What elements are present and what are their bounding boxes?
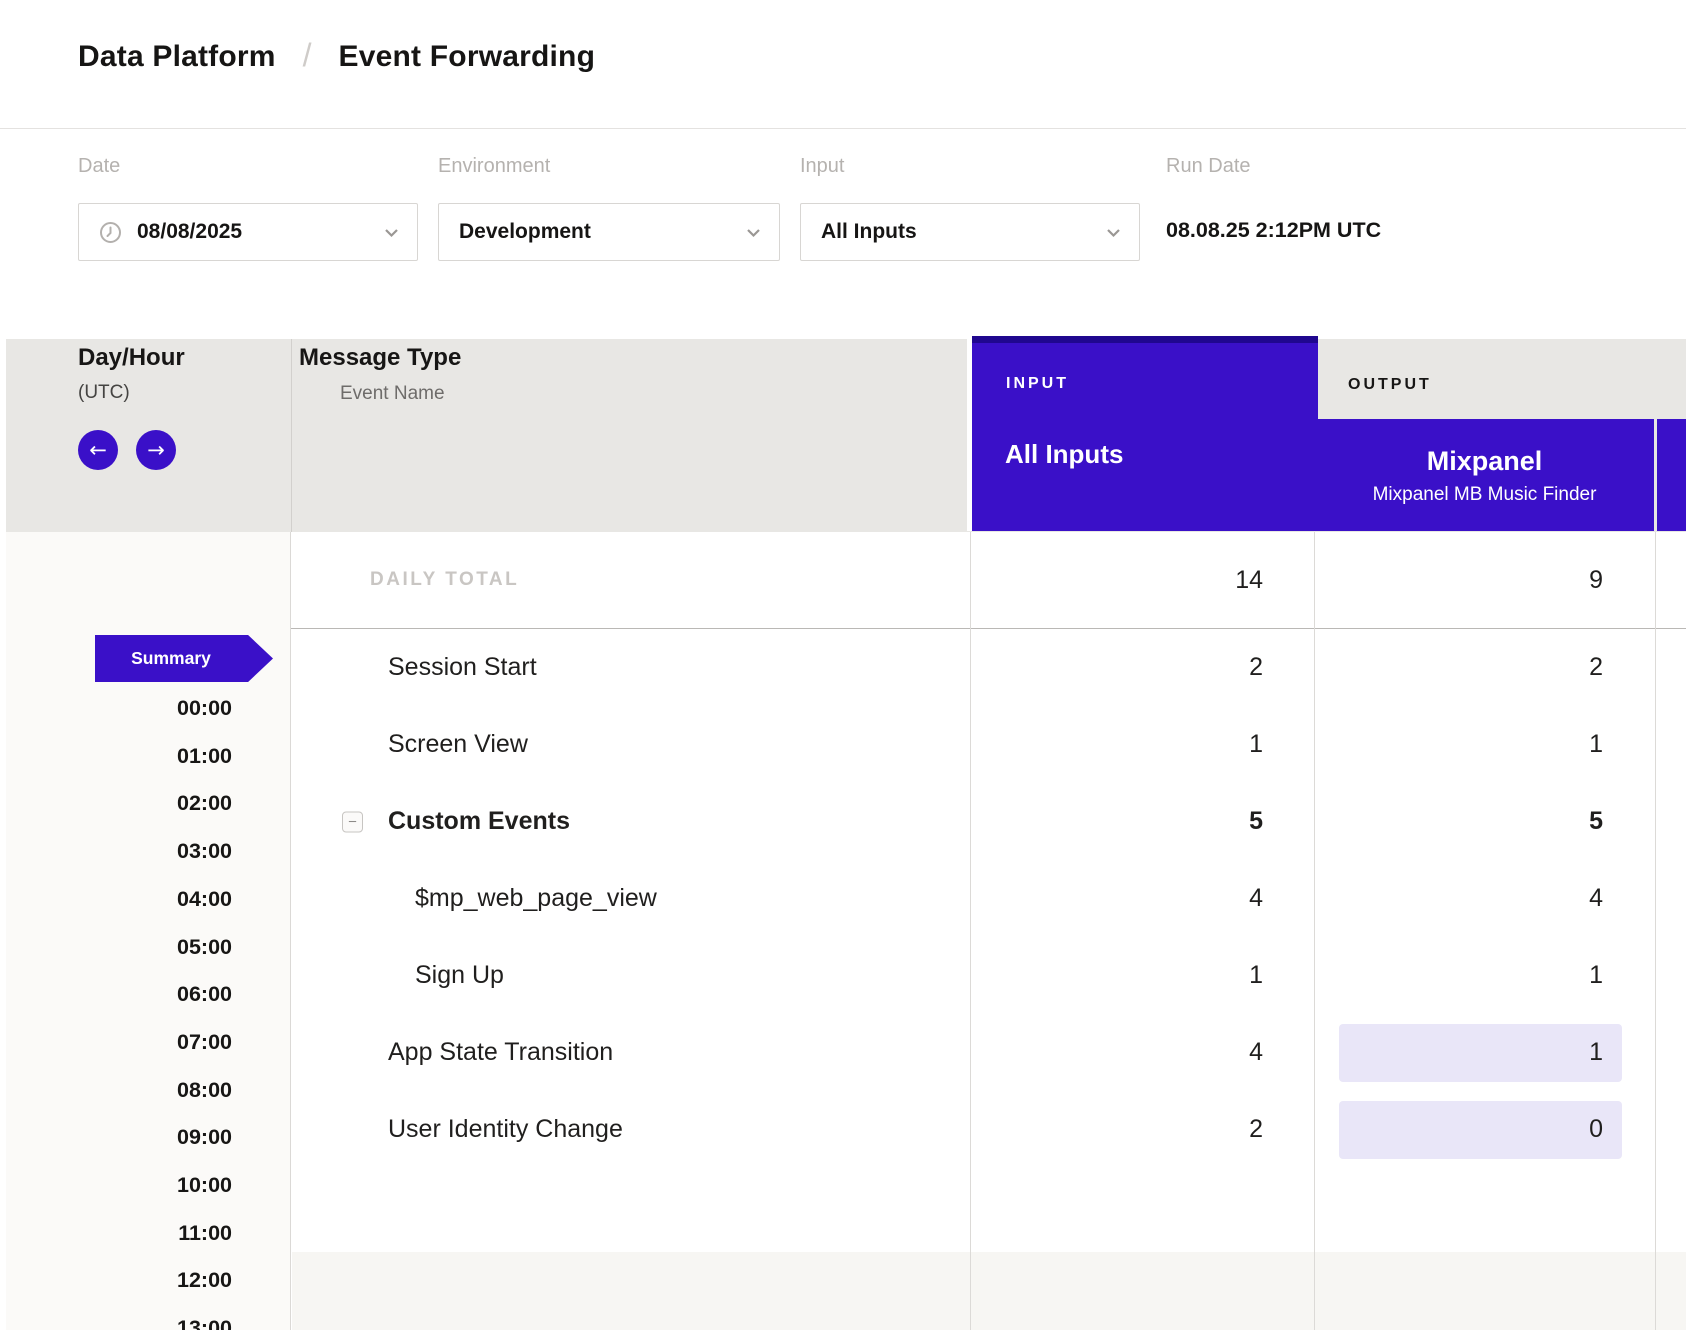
output-column-header: Mixpanel Mixpanel MB Music Finder — [1315, 419, 1654, 531]
prev-day-button[interactable]: ← — [78, 430, 118, 470]
chevron-down-icon — [384, 225, 399, 240]
event-label: Sign Up — [415, 961, 504, 990]
environment-value: Development — [459, 220, 591, 244]
hour-item[interactable]: 11:00 — [178, 1221, 232, 1245]
output-column-subtitle: Mixpanel MB Music Finder — [1373, 484, 1597, 506]
day-hour-timezone: (UTC) — [78, 382, 130, 404]
run-date-label: Run Date — [1166, 155, 1251, 178]
environment-dropdown[interactable]: Development — [438, 203, 780, 261]
daily-total-output-value: 9 — [1314, 532, 1655, 628]
event-label: User Identity Change — [388, 1115, 623, 1144]
output-count: 1 — [1314, 706, 1655, 783]
run-date-value: 08.08.25 2:12PM UTC — [1166, 218, 1381, 243]
message-type-header: Message Type — [299, 344, 461, 372]
table-body: DAILY TOTAL 14 9 Session Start22Screen V… — [291, 532, 1686, 1330]
column-divider — [1655, 532, 1656, 1330]
table-row: Screen View 11 — [291, 706, 1686, 783]
breadcrumb-separator: / — [303, 37, 312, 74]
output-count: 2 — [1314, 629, 1655, 706]
input-count: 1 — [970, 706, 1314, 783]
event-forwarding-page: Data Platform / Event Forwarding Date En… — [0, 0, 1686, 1330]
breadcrumb: Data Platform / Event Forwarding — [78, 38, 595, 75]
output-count: 4 — [1314, 860, 1655, 937]
table-row: Sign Up 11 — [291, 937, 1686, 1014]
event-label: App State Transition — [388, 1038, 613, 1067]
table-row: App State Transition 41 — [291, 1014, 1686, 1091]
date-filter-label: Date — [78, 155, 120, 178]
input-section-label: INPUT — [1006, 375, 1069, 393]
input-count: 2 — [970, 1091, 1314, 1168]
hour-item[interactable]: 10:00 — [177, 1173, 232, 1197]
hour-item[interactable]: 04:00 — [177, 887, 232, 911]
input-count: 5 — [970, 783, 1314, 860]
input-count: 2 — [970, 629, 1314, 706]
daily-total-row: DAILY TOTAL 14 9 — [291, 532, 1686, 628]
highlighted-output-cell: 1 — [1339, 1024, 1622, 1082]
highlighted-output-cell: 0 — [1339, 1101, 1622, 1159]
hour-item[interactable]: 02:00 — [177, 791, 232, 815]
event-label: Screen View — [388, 730, 528, 759]
hour-item[interactable]: 03:00 — [177, 839, 232, 863]
collapse-expander-icon[interactable]: − — [342, 811, 363, 832]
input-dropdown[interactable]: All Inputs — [800, 203, 1140, 261]
input-count: 1 — [970, 937, 1314, 1014]
top-bar: Data Platform / Event Forwarding — [0, 0, 1686, 129]
column-divider — [1314, 532, 1315, 1330]
input-count: 4 — [970, 860, 1314, 937]
event-name-subheader: Event Name — [340, 383, 445, 405]
next-output-column-partial — [1657, 419, 1686, 531]
output-column-name: Mixpanel — [1427, 446, 1543, 477]
input-filter-label: Input — [800, 155, 844, 178]
daily-total-label: DAILY TOTAL — [291, 532, 970, 628]
summary-tab[interactable]: Summary — [95, 635, 273, 682]
chevron-down-icon — [746, 225, 761, 240]
column-divider — [970, 532, 971, 1330]
daily-total-input-value: 14 — [970, 532, 1314, 628]
input-value: All Inputs — [821, 220, 917, 244]
output-count: 0 — [1314, 1091, 1655, 1168]
output-count: 5 — [1314, 783, 1655, 860]
hour-item[interactable]: 06:00 — [177, 982, 232, 1006]
page-title: Event Forwarding — [339, 40, 596, 74]
hour-item[interactable]: 13:00 — [177, 1316, 232, 1330]
hour-item[interactable]: 05:00 — [177, 935, 232, 959]
column-divider — [291, 339, 292, 532]
date-dropdown[interactable]: 08/08/2025 — [78, 203, 418, 261]
output-count: 1 — [1314, 1014, 1655, 1091]
hour-sidebar: Summary 00:00 01:00 02:00 03:00 04:00 05:00 06… — [6, 532, 291, 1330]
hour-item[interactable]: 07:00 — [177, 1030, 232, 1054]
output-count: 1 — [1314, 937, 1655, 1014]
input-column-header: INPUT All Inputs — [967, 336, 1318, 531]
input-column-name: All Inputs — [1005, 439, 1123, 470]
chevron-down-icon — [1106, 225, 1121, 240]
output-section-label: OUTPUT — [1348, 376, 1432, 394]
date-value: 08/08/2025 — [137, 220, 242, 244]
next-day-button[interactable]: → — [136, 430, 176, 470]
table-row: User Identity Change 20 — [291, 1091, 1686, 1168]
environment-filter-label: Environment — [438, 155, 550, 178]
hour-item[interactable]: 01:00 — [177, 744, 232, 768]
hour-item[interactable]: 09:00 — [177, 1125, 232, 1149]
table-footer-area — [292, 1252, 1686, 1330]
input-column-accent-strip — [972, 336, 1318, 343]
table-row: − Custom Events 55 — [291, 783, 1686, 860]
table-row: $mp_web_page_view 44 — [291, 860, 1686, 937]
table-row: Session Start 22 — [291, 629, 1686, 706]
clock-icon — [99, 221, 122, 244]
input-count: 4 — [970, 1014, 1314, 1091]
table-header: Day/Hour (UTC) ← → Message Type Event Na… — [6, 339, 1686, 532]
hour-item[interactable]: 08:00 — [177, 1078, 232, 1102]
day-hour-header: Day/Hour — [78, 344, 185, 372]
hour-item[interactable]: 12:00 — [177, 1268, 232, 1292]
event-label: Session Start — [388, 653, 537, 682]
event-label: $mp_web_page_view — [415, 884, 657, 913]
breadcrumb-parent[interactable]: Data Platform — [78, 40, 276, 74]
event-label: Custom Events — [388, 807, 570, 836]
hour-item[interactable]: 00:00 — [177, 696, 232, 720]
